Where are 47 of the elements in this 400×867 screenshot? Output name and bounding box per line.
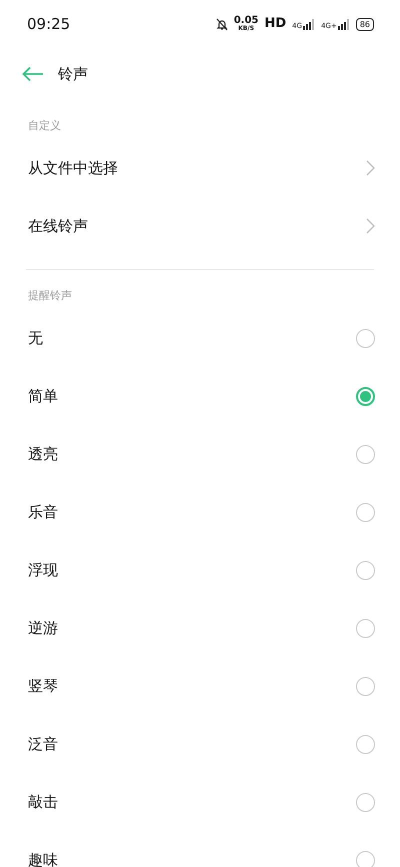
item-label: 敲击 xyxy=(28,792,58,813)
menu-item[interactable]: 在线铃声 xyxy=(0,197,400,255)
signal-icon xyxy=(303,18,316,30)
item-label: 泛音 xyxy=(28,734,58,755)
radio-button[interactable] xyxy=(356,502,375,522)
ringtone-option[interactable]: 泛音 xyxy=(0,715,400,773)
network-speed: 0.05 xyxy=(234,16,258,26)
ringtone-option[interactable]: 透亮 xyxy=(0,425,400,483)
radio-button[interactable] xyxy=(356,560,375,580)
item-label: 竖琴 xyxy=(28,676,58,697)
ringtone-option[interactable]: 浮现 xyxy=(0,541,400,599)
hd-indicator: HD xyxy=(264,15,286,34)
section-header: 自定义 xyxy=(27,118,62,134)
radio-button[interactable] xyxy=(356,386,375,406)
menu-item[interactable]: 从文件中选择 xyxy=(0,139,400,197)
radio-button[interactable] xyxy=(356,850,375,867)
page-title: 铃声 xyxy=(58,64,88,85)
item-label: 逆游 xyxy=(28,618,58,639)
ringtone-option[interactable]: 乐音 xyxy=(0,483,400,541)
clock: 09:25 xyxy=(27,14,70,35)
ringtone-option[interactable]: 逆游 xyxy=(0,599,400,657)
battery-level: 86 xyxy=(356,18,374,30)
ringtone-option[interactable]: 趣味 xyxy=(0,831,400,867)
item-label: 透亮 xyxy=(28,444,58,465)
radio-button[interactable] xyxy=(356,444,375,464)
item-label: 浮现 xyxy=(28,560,58,581)
signal-icon xyxy=(338,18,350,30)
item-label: 简单 xyxy=(28,386,58,407)
item-label: 无 xyxy=(28,328,43,349)
ringtone-option[interactable]: 竖琴 xyxy=(0,657,400,715)
radio-button[interactable] xyxy=(356,618,375,638)
item-label: 从文件中选择 xyxy=(28,158,118,179)
back-arrow-icon[interactable] xyxy=(22,66,44,82)
item-label: 趣味 xyxy=(28,850,58,867)
item-label: 乐音 xyxy=(28,502,58,523)
radio-button[interactable] xyxy=(356,792,375,812)
ringtone-option[interactable]: 敲击 xyxy=(0,773,400,831)
bell-muted-icon xyxy=(216,18,228,30)
ringtone-option[interactable]: 无 xyxy=(0,309,400,367)
radio-button[interactable] xyxy=(356,676,375,696)
chevron-right-icon xyxy=(366,218,375,234)
item-label: 在线铃声 xyxy=(28,216,88,237)
ringtone-option[interactable]: 简单 xyxy=(0,367,400,425)
chevron-right-icon xyxy=(366,160,375,176)
section-header: 提醒铃声 xyxy=(27,288,73,304)
radio-button[interactable] xyxy=(356,328,375,348)
radio-button[interactable] xyxy=(356,734,375,754)
